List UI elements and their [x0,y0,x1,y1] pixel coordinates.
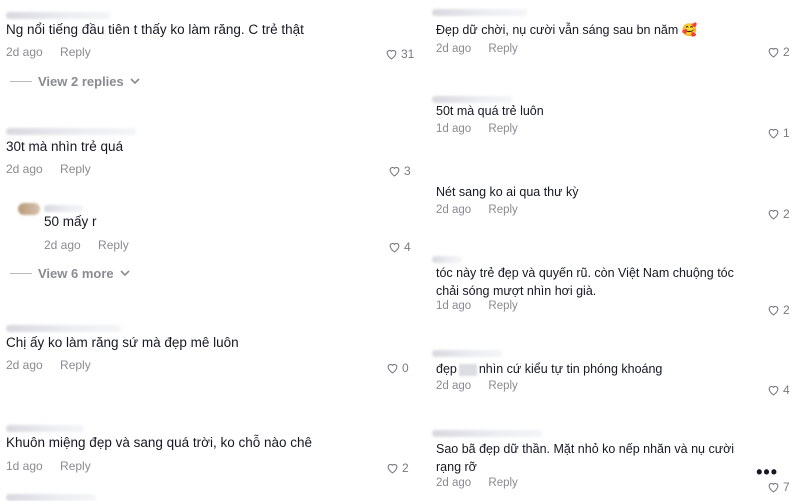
like-button[interactable]: 1 [767,126,790,140]
reply-button[interactable]: Reply [488,477,517,489]
like-count: 2 [783,45,790,59]
reply-button[interactable]: Reply [60,459,91,473]
reply-button[interactable]: Reply [488,300,517,312]
heart-outline-icon [768,209,779,220]
like-count: 3 [404,164,411,178]
divider-line [10,273,32,274]
right-comment-column: Đẹp dữ chời, nụ cười vẫn sáng sau bn năm… [420,0,800,500]
comment-meta: 2d ago Reply [6,45,91,59]
like-button[interactable]: 2 [767,45,790,59]
comment-text: 30t mà nhìn trẻ quá [6,139,124,154]
comment-time: 1d ago [436,300,472,312]
reply-comment-text: 50 mấy r [44,214,97,229]
blurred-username [432,350,502,357]
more-dots-icon[interactable]: ••• [756,462,778,483]
view-replies-label: View 2 replies [38,74,124,89]
comment-meta: 2d ago Reply [436,380,518,392]
comment-text: Đẹp dữ chời, nụ cười vẫn sáng sau bn năm… [436,23,698,37]
comment-meta: 1d ago Reply [6,459,91,473]
heart-outline-icon [387,463,398,474]
heart-outline-icon [768,128,779,139]
heart-outline-icon [768,47,779,58]
comment-text: Chị ấy ko làm răng sứ mà đẹp mê luôn [6,335,239,350]
like-button[interactable]: 3 [388,164,411,178]
comment-time: 2d ago [44,238,81,252]
comment-meta: 2d ago Reply [436,204,518,216]
reply-button[interactable]: Reply [488,43,517,55]
reply-button[interactable]: Reply [488,204,517,216]
left-comment-column: Ng nổi tiếng đầu tiên t thấy ko làm răng… [0,0,420,501]
comment-text: đẹp nhìn cứ kiểu tự tin phóng khoáng [436,360,662,378]
reply-button[interactable]: Reply [488,380,517,392]
comment-time: 1d ago [6,459,43,473]
comment-time: 2d ago [6,45,43,59]
like-button[interactable]: 4 [388,240,411,254]
blurred-username [6,325,121,332]
heart-outline-icon [389,166,400,177]
comment-text: tóc này trẻ đẹp và quyến rũ. còn Việt Na… [436,266,734,298]
comment-time: 2d ago [436,204,472,216]
heart-outline-icon [768,305,779,316]
like-count: 2 [783,303,790,317]
like-count: 4 [404,240,411,254]
comment-meta: 2d ago Reply [436,43,518,55]
comment-time: 2d ago [436,477,472,489]
heart-outline-icon [386,49,397,60]
blurred-username [432,430,542,437]
like-count: 1 [783,126,790,140]
blurred-username [6,128,136,135]
like-button[interactable]: 31 [385,47,414,61]
reply-button[interactable]: Reply [60,358,91,372]
comment-meta: 2d ago Reply [44,238,129,252]
chevron-down-icon [130,78,140,85]
divider-line [10,81,32,82]
like-button[interactable]: 0 [386,361,409,375]
comment-text: Sao bã đẹp dữ thần. Mặt nhỏ ko nếp nhăn … [436,442,735,474]
like-count: 2 [783,207,790,221]
comment-text: 50t mà quá trẻ luôn [436,104,544,118]
avatar[interactable] [18,203,40,215]
comment-text-start: đẹp [436,362,457,376]
comment-meta: 1d ago Reply [436,123,518,135]
view-more-replies-button[interactable]: View 6 more [10,266,130,281]
comment-time: 2d ago [436,43,472,55]
comment-text-end: nhìn cứ kiểu tự tin phóng khoáng [478,362,663,376]
reply-button[interactable]: Reply [488,123,517,135]
comment-time: 1d ago [436,123,472,135]
like-button[interactable]: 4 [767,383,790,397]
blurred-username [432,9,527,16]
heart-outline-icon [389,242,400,253]
like-count: 0 [402,361,409,375]
comment-time: 2d ago [6,162,43,176]
like-button[interactable]: 2 [767,303,790,317]
like-count: 4 [783,383,790,397]
view-replies-button[interactable]: View 2 replies [10,74,140,89]
like-count: 7 [783,480,790,494]
comment-meta: 2d ago Reply [6,358,91,372]
comment-text: Khuôn miệng đẹp và sang quá trời, ko chỗ… [6,435,313,450]
reply-button[interactable]: Reply [60,45,91,59]
like-count: 2 [402,461,409,475]
blurred-username [6,12,111,19]
comment-meta: 2d ago Reply [6,162,91,176]
blurred-username [44,205,84,212]
view-more-label: View 6 more [38,266,114,281]
blurred-word [458,363,477,376]
comment-meta: 1d ago Reply [436,300,518,312]
reply-button[interactable]: Reply [60,162,91,176]
comment-time: 2d ago [436,380,472,392]
comment-text: Ng nổi tiếng đầu tiên t thấy ko làm răng… [6,22,304,37]
reply-button[interactable]: Reply [98,238,129,252]
heart-outline-icon [387,363,398,374]
comment-text: Nét sang ko ai qua thư kỳ [436,185,579,199]
like-count: 31 [401,47,415,61]
like-button[interactable]: 2 [767,207,790,221]
like-button[interactable]: 2 [386,461,409,475]
comment-time: 2d ago [6,358,43,372]
chevron-down-icon [120,270,130,277]
heart-outline-icon [768,385,779,396]
blurred-username [432,256,462,263]
blurred-username [6,425,84,432]
comment-meta: 2d ago Reply [436,477,518,489]
